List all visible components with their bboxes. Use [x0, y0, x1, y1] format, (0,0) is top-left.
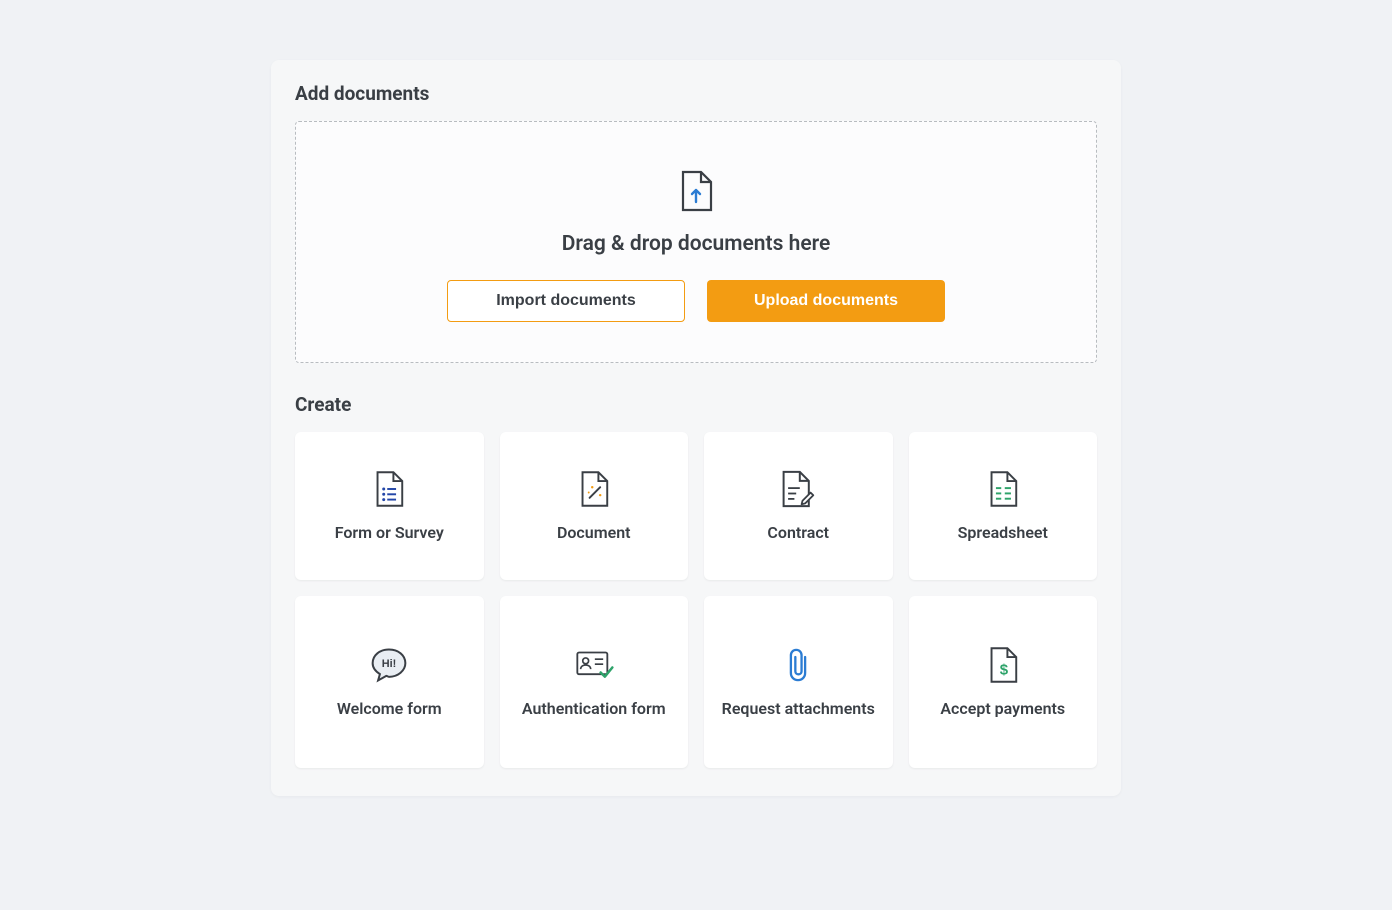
- spreadsheet-icon: [983, 469, 1023, 509]
- create-grid: Form or Survey Document: [295, 432, 1097, 768]
- tile-label: Form or Survey: [335, 523, 444, 544]
- payment-icon: $: [983, 645, 1023, 685]
- contract-icon: [778, 469, 818, 509]
- add-documents-title: Add documents: [295, 82, 1097, 105]
- create-tile-welcome-form[interactable]: Hi! Welcome form: [295, 596, 484, 768]
- tile-label: Welcome form: [337, 699, 442, 720]
- create-tile-contract[interactable]: Contract: [704, 432, 893, 580]
- document-wand-icon: [574, 469, 614, 509]
- auth-id-icon: [574, 645, 614, 685]
- tile-label: Accept payments: [940, 699, 1065, 720]
- create-section-title: Create: [295, 393, 1097, 416]
- add-documents-panel: Add documents Drag & drop documents here…: [271, 60, 1121, 796]
- svg-text:$: $: [999, 661, 1008, 678]
- create-tile-document[interactable]: Document: [500, 432, 689, 580]
- form-icon: [369, 469, 409, 509]
- tile-label: Document: [557, 523, 631, 544]
- dropzone-area[interactable]: Drag & drop documents here Import docume…: [295, 121, 1097, 363]
- create-tile-authentication-form[interactable]: Authentication form: [500, 596, 689, 768]
- create-tile-spreadsheet[interactable]: Spreadsheet: [909, 432, 1098, 580]
- import-documents-button[interactable]: Import documents: [447, 280, 685, 322]
- tile-label: Contract: [767, 523, 829, 544]
- upload-documents-button[interactable]: Upload documents: [707, 280, 945, 322]
- create-tile-accept-payments[interactable]: $ Accept payments: [909, 596, 1098, 768]
- dropzone-text: Drag & drop documents here: [562, 232, 831, 256]
- dropzone-button-row: Import documents Upload documents: [447, 280, 945, 322]
- paperclip-icon: [778, 645, 818, 685]
- tile-label: Spreadsheet: [958, 523, 1048, 544]
- tile-label: Request attachments: [722, 699, 875, 720]
- svg-text:Hi!: Hi!: [382, 657, 397, 669]
- tile-label: Authentication form: [522, 699, 666, 720]
- upload-file-icon: [679, 170, 713, 212]
- welcome-chat-icon: Hi!: [369, 645, 409, 685]
- create-tile-form-survey[interactable]: Form or Survey: [295, 432, 484, 580]
- create-tile-request-attachments[interactable]: Request attachments: [704, 596, 893, 768]
